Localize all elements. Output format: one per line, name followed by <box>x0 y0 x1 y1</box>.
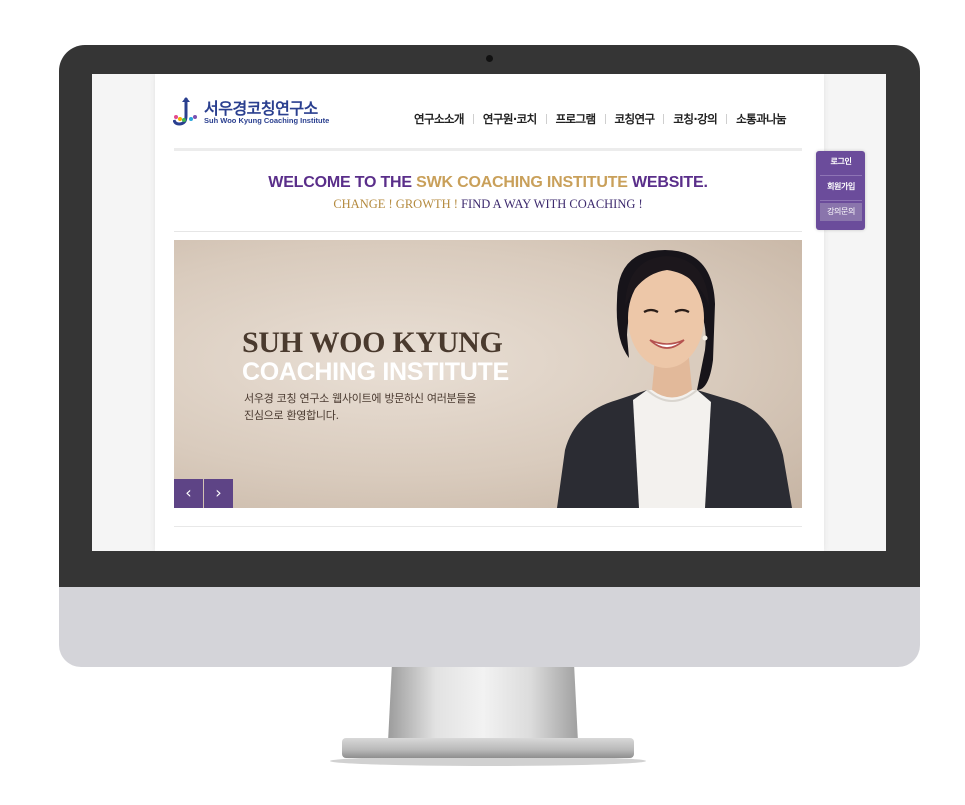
monitor-stand-base <box>342 738 634 758</box>
nav-divider <box>604 114 606 124</box>
hero-banner: SUH WOO KYUNG COACHING INSTITUTE 서우경 코칭 … <box>174 240 802 508</box>
nav-item-community[interactable]: 소통과나눔 <box>736 111 787 127</box>
quick-side-menu: 로그인 회원가입 강의문의 <box>816 151 865 230</box>
monitor-stand-neck <box>388 667 578 742</box>
welcome-text-3: WEBSITE. <box>627 174 708 191</box>
welcome-divider <box>174 231 802 232</box>
nav-item-researchers[interactable]: 연구원·코치 <box>483 111 537 127</box>
hero-description-line-2: 진심으로 환영합니다. <box>244 409 339 422</box>
welcome-text-1: WELCOME TO THE <box>268 174 417 191</box>
welcome-tagline: CHANGE ! GROWTH ! FIND A WAY WITH COACHI… <box>174 197 802 212</box>
logo-mark-icon <box>173 97 197 126</box>
main-nav: 연구소소개 연구원·코치 프로그램 코칭연구 코칭·강의 소통과나눔 <box>414 111 787 127</box>
quick-login-button[interactable]: 로그인 <box>820 153 862 171</box>
monitor-chin <box>59 587 920 667</box>
header-divider <box>174 148 802 151</box>
quick-inquiry-button[interactable]: 강의문의 <box>820 203 862 221</box>
camera-dot <box>486 55 493 62</box>
tagline-text-2: FIND A WAY WITH COACHING ! <box>461 197 643 211</box>
tagline-text-1: CHANGE ! GROWTH ! <box>333 197 462 211</box>
site-logo[interactable]: 서우경코칭연구소 Suh Woo Kyung Coaching Institut… <box>173 94 333 130</box>
hero-title-secondary: COACHING INSTITUTE <box>242 358 509 386</box>
welcome-heading: WELCOME TO THE SWK COACHING INSTITUTE WE… <box>174 174 802 192</box>
nav-divider <box>663 114 665 124</box>
nav-divider <box>545 114 547 124</box>
nav-item-about[interactable]: 연구소소개 <box>414 111 465 127</box>
slider-next-button[interactable]: › <box>204 479 233 508</box>
quick-menu-divider <box>820 175 862 176</box>
hero-portrait-image <box>557 250 792 508</box>
quick-signup-button[interactable]: 회원가입 <box>820 178 862 196</box>
nav-divider <box>472 114 474 124</box>
content-divider <box>174 526 802 527</box>
nav-item-lectures[interactable]: 코칭·강의 <box>673 111 717 127</box>
welcome-text-2: SWK COACHING INSTITUTE <box>416 174 628 191</box>
website-page: 서우경코칭연구소 Suh Woo Kyung Coaching Institut… <box>155 74 824 551</box>
logo-subtitle: Suh Woo Kyung Coaching Institute <box>204 116 330 125</box>
hero-title-primary: SUH WOO KYUNG <box>242 326 503 359</box>
monitor-screen: 서우경코칭연구소 Suh Woo Kyung Coaching Institut… <box>92 74 886 551</box>
slider-prev-button[interactable]: ‹ <box>174 479 203 508</box>
quick-menu-divider <box>820 200 862 201</box>
hero-description-line-1: 서우경 코칭 연구소 웹사이트에 방문하신 여러분들을 <box>244 392 477 405</box>
nav-item-research[interactable]: 코칭연구 <box>615 111 656 127</box>
nav-item-programs[interactable]: 프로그램 <box>556 111 597 127</box>
nav-divider <box>726 114 728 124</box>
